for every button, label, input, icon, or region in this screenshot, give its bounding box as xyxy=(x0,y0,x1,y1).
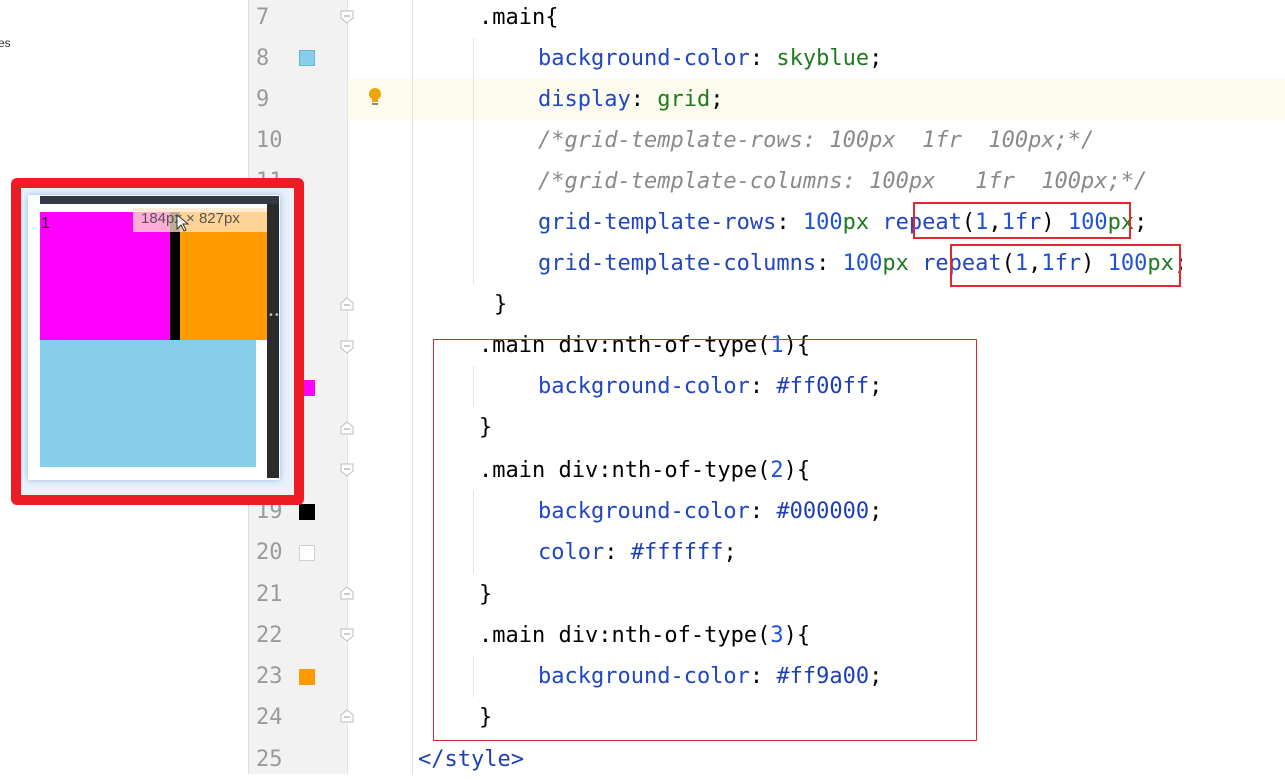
code-line-8: background-color: skyblue; xyxy=(538,38,882,79)
annotation-box-nth-of-type-rules xyxy=(433,339,977,741)
cursor-icon xyxy=(176,213,190,232)
number: 100 xyxy=(802,210,843,235)
grid-cell-label: 1 xyxy=(41,215,50,232)
dimension-tooltip: 184px × 827px xyxy=(133,208,267,232)
color-swatch-white[interactable] xyxy=(299,545,315,561)
css-property: grid-template-columns xyxy=(538,251,817,276)
annotation-box-rows-repeat xyxy=(913,202,1131,239)
code-line-10: /*grid-template-rows: 100px 1fr 100px;*/ xyxy=(538,128,1095,153)
lightbulb-icon[interactable] xyxy=(366,86,384,108)
line-number: 10 xyxy=(256,128,283,153)
line-number: 8 xyxy=(256,46,270,71)
preview-top-bar xyxy=(40,196,279,204)
left-pane-fragment: es xyxy=(0,36,11,50)
semicolon: ; xyxy=(710,87,724,112)
line-number: 24 xyxy=(256,705,283,730)
grid-container-area xyxy=(40,340,256,467)
fold-open-icon[interactable] xyxy=(340,463,354,477)
fold-open-icon[interactable] xyxy=(340,628,354,642)
number: 100 xyxy=(842,251,883,276)
indent-guide xyxy=(473,38,474,284)
fold-close-icon[interactable] xyxy=(340,421,354,435)
color-swatch-black[interactable] xyxy=(299,504,315,520)
fold-close-icon[interactable] xyxy=(340,297,354,311)
colon: : xyxy=(749,46,777,71)
unit: px xyxy=(842,210,870,235)
line-number: 20 xyxy=(256,540,283,565)
brace: { xyxy=(545,5,559,30)
line-number: 7 xyxy=(256,5,270,30)
colon: : xyxy=(776,210,803,235)
color-swatch-orange[interactable] xyxy=(299,669,315,685)
annotation-box-columns-repeat xyxy=(950,244,1181,287)
code-line-11: /*grid-template-columns: 100px 1fr 100px… xyxy=(538,169,1148,194)
color-swatch-skyblue[interactable] xyxy=(299,50,315,66)
code-line-7: .main{ xyxy=(479,0,558,38)
unit: px xyxy=(882,251,909,276)
line-number: 23 xyxy=(256,664,283,689)
fold-open-icon[interactable] xyxy=(340,10,354,24)
line-number: 22 xyxy=(256,623,283,648)
css-property: background-color xyxy=(538,46,750,71)
colon: : xyxy=(630,87,658,112)
css-value: grid xyxy=(657,87,711,112)
css-property: display xyxy=(538,87,631,112)
colon: : xyxy=(816,251,843,276)
line-number: 21 xyxy=(256,582,283,607)
current-line-highlight xyxy=(348,79,1285,120)
code-line-14: } xyxy=(494,292,508,317)
line-number: 9 xyxy=(256,87,270,112)
semicolon: ; xyxy=(1134,210,1148,235)
code-line-9: display: grid; xyxy=(538,79,723,120)
fold-open-icon[interactable] xyxy=(340,340,354,354)
css-value: skyblue xyxy=(776,46,870,71)
semicolon: ; xyxy=(869,46,883,71)
css-property: grid-template-rows xyxy=(538,210,777,235)
indent-guide xyxy=(412,0,413,774)
drag-handle-icon[interactable]: •• xyxy=(268,310,280,322)
css-selector: .main xyxy=(479,5,546,30)
preview-scrollbar[interactable] xyxy=(267,204,279,478)
fold-close-icon[interactable] xyxy=(340,709,354,723)
fold-close-icon[interactable] xyxy=(340,586,354,600)
